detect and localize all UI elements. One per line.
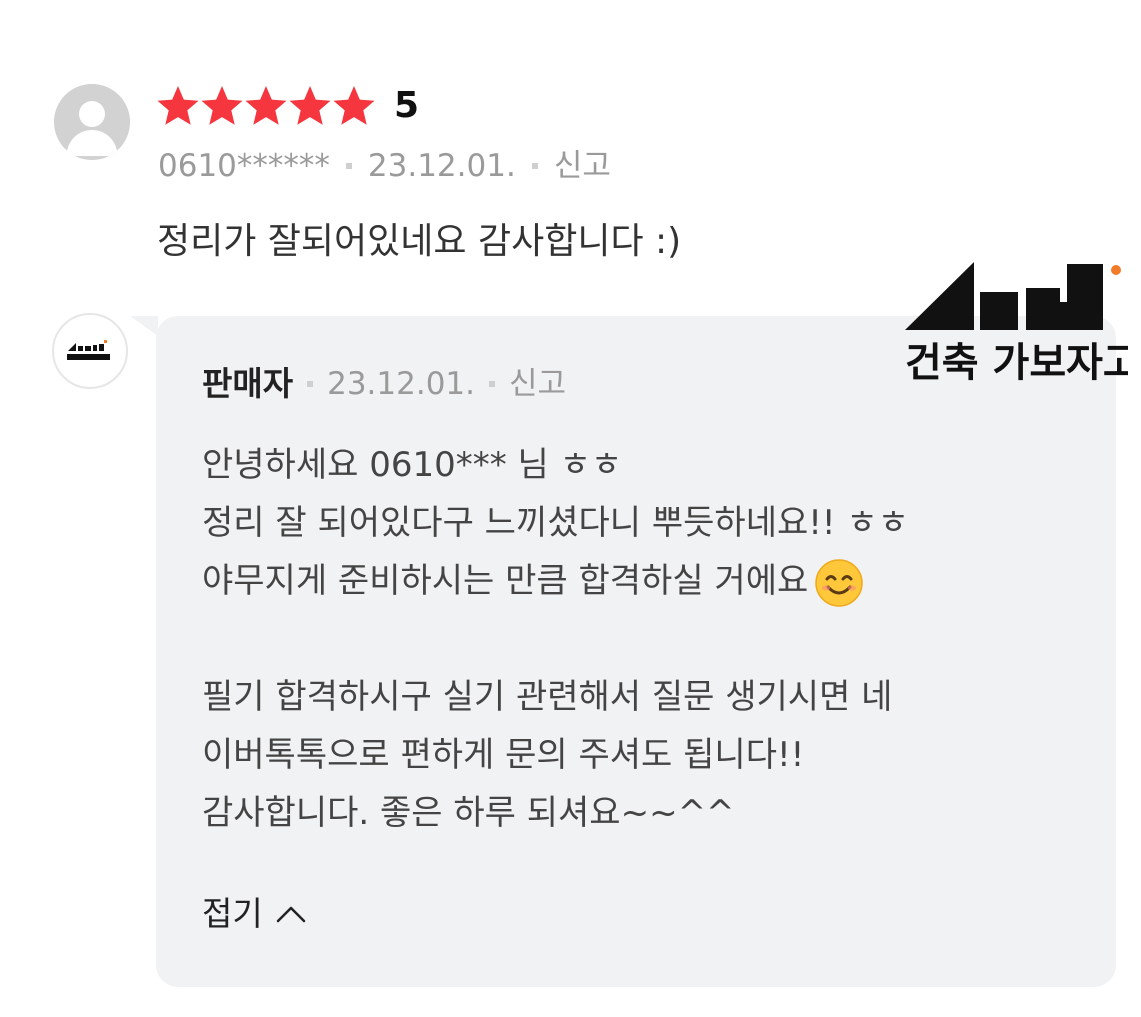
star-rating bbox=[156, 84, 376, 128]
brand-logo-text: 건축 가보자고 bbox=[905, 340, 1128, 382]
review-text: 정리가 잘되어있네요 감사합니다 :) bbox=[157, 221, 682, 262]
brand-logo-small-icon bbox=[67, 340, 110, 360]
reviewer-id: 0610****** bbox=[158, 148, 330, 184]
separator-dot bbox=[307, 381, 314, 387]
seller-avatar bbox=[52, 313, 128, 389]
chevron-up-icon bbox=[276, 906, 305, 923]
reply-line: 정리 잘 되어있다구 느끼셨다니 뿌듯하네요!! ㅎㅎ bbox=[202, 503, 909, 543]
fold-label: 접기 bbox=[202, 894, 263, 933]
reply-line: 이버톡톡으로 편하게 문의 주셔도 됩니다!! bbox=[202, 735, 805, 775]
review-meta: 0610****** 23.12.01. 신고 bbox=[158, 145, 611, 187]
review-date: 23.12.01. bbox=[367, 148, 516, 184]
reviewer-avatar bbox=[54, 84, 130, 160]
star-icon bbox=[245, 86, 287, 125]
star-icon bbox=[157, 86, 199, 125]
reply-line: 감사합니다. 좋은 하루 되셔요~~^^ bbox=[202, 793, 735, 833]
reply-line: 안녕하세요 0610*** 님 ㅎㅎ bbox=[202, 445, 623, 485]
reply-bubble-notch bbox=[130, 316, 158, 336]
star-icon bbox=[333, 86, 375, 125]
brand-logo: 건축 가보자고 bbox=[902, 258, 1140, 386]
seller-label: 판매자 bbox=[202, 364, 294, 403]
star-icon bbox=[289, 86, 331, 125]
report-link[interactable]: 신고 bbox=[554, 145, 611, 187]
reply-line-blank bbox=[202, 610, 909, 668]
brand-logo-icon: 건축 가보자고 bbox=[905, 262, 1140, 386]
reply-line: 야무지게 준비하시는 만큼 합격하실 거에요 bbox=[202, 561, 809, 601]
reply-date: 23.12.01. bbox=[327, 366, 475, 402]
reply-text: 안녕하세요 0610*** 님 ㅎㅎ 정리 잘 되어있다구 느끼셨다니 뿌듯하네… bbox=[202, 436, 909, 842]
fold-button[interactable]: 접기 bbox=[202, 890, 307, 938]
separator-dot bbox=[345, 163, 352, 169]
separator-dot bbox=[489, 381, 495, 387]
reply-line-with-emoji: 야무지게 준비하시는 만큼 합격하실 거에요 bbox=[202, 552, 909, 610]
rating-value: 5 bbox=[394, 85, 420, 126]
reply-line: 필기 합격하시구 실기 관련해서 질문 생기시면 네 bbox=[202, 677, 893, 717]
reply-meta: 판매자 23.12.01. 신고 bbox=[202, 362, 566, 406]
separator-dot bbox=[531, 163, 538, 169]
default-user-icon bbox=[54, 84, 130, 160]
smiling-face-icon bbox=[815, 558, 864, 607]
reply-report-link[interactable]: 신고 bbox=[509, 362, 566, 406]
star-icon bbox=[201, 86, 243, 125]
